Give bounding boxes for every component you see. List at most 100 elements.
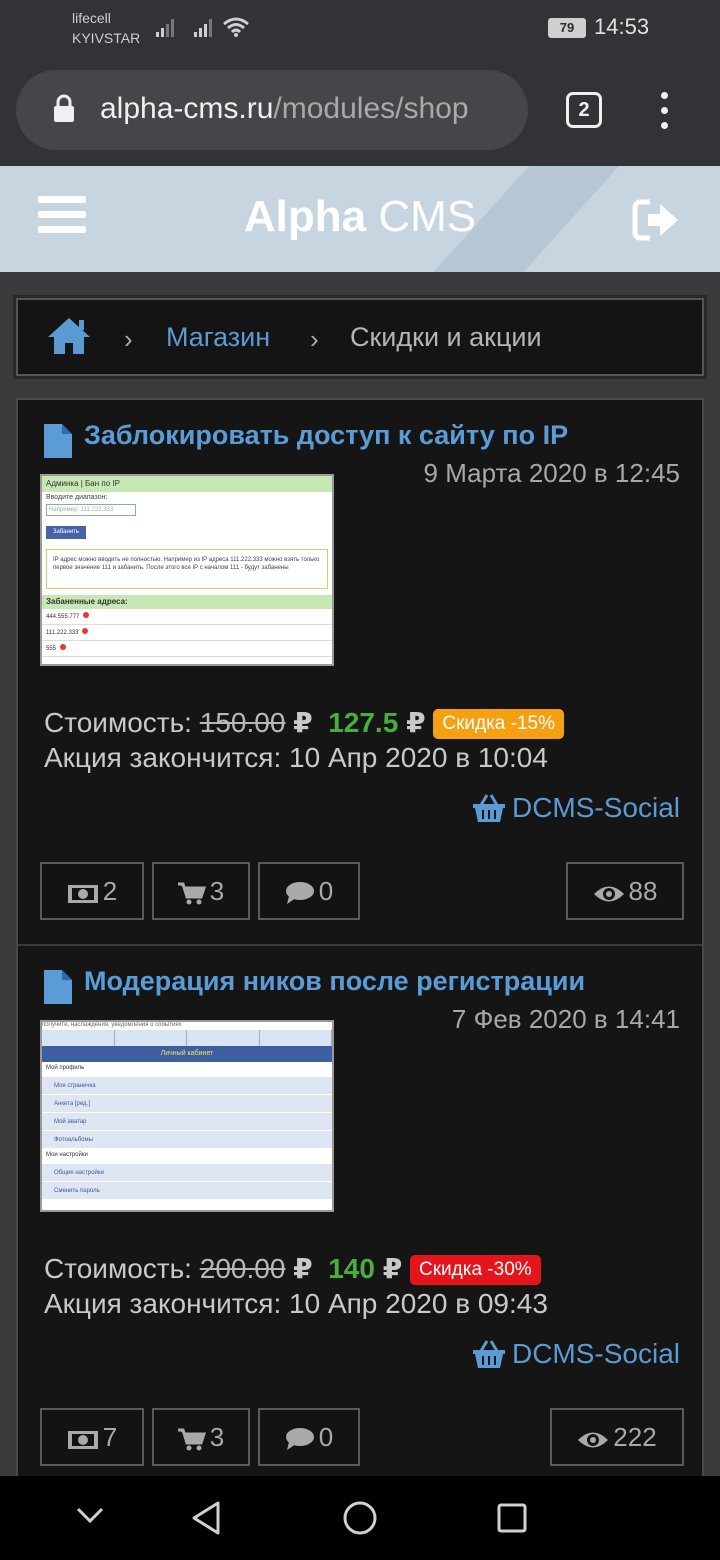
price-new: 127.5 [328, 707, 399, 738]
document-icon [44, 424, 72, 458]
clock: 14:53 [594, 14, 650, 39]
cart-icon [177, 1428, 206, 1451]
comment-icon [285, 1428, 314, 1450]
purchases-count: 7 [102, 1422, 118, 1452]
cart-button[interactable]: 3 [152, 862, 250, 920]
thumb-top: получите, наслаждения, уведомления о соб… [42, 1022, 332, 1030]
basket-icon [472, 1340, 505, 1368]
eye-icon [593, 886, 624, 902]
purchases-button[interactable]: 7 [40, 1408, 144, 1466]
views-button[interactable]: 88 [566, 862, 684, 920]
discount-badge: Скидка -30% [409, 1255, 541, 1285]
cart-button[interactable]: 3 [152, 1408, 250, 1466]
browser-toolbar: alpha-cms.ru/modules/shop 2 [0, 56, 720, 166]
basket-icon [472, 794, 505, 822]
money-icon [67, 1431, 98, 1449]
price-line: Стоимость: 200.00 ₽ 140 ₽ Скидка -30% [44, 1252, 541, 1285]
product-title[interactable]: Модерация ников после регистрации [84, 966, 585, 997]
price-label: Стоимость: [44, 707, 192, 738]
thumb-note: IP адрес можно вводить не полностью. Нап… [46, 549, 328, 589]
thumb-item: Моя страничка [42, 1077, 332, 1095]
breadcrumb: › Магазин › Скидки и акции [16, 298, 704, 376]
thumb-section: Мой профиль [46, 1065, 85, 1071]
thumb-row: 555 [42, 641, 332, 657]
vendor-link[interactable]: DCMS-Social [472, 792, 680, 824]
discount-badge: Скидка -15% [433, 709, 565, 739]
battery-icon: 79 [548, 18, 586, 38]
comments-button[interactable]: 0 [258, 1408, 360, 1466]
site-header: Alpha CMS [0, 166, 720, 272]
views-count: 88 [628, 876, 658, 906]
product-date: 9 Марта 2020 в 12:45 [423, 458, 680, 488]
thumb-row: 444.555.777 [42, 609, 332, 625]
chevron-right-icon: › [124, 324, 133, 354]
carrier-name-1: lifecell [72, 10, 111, 26]
url-text[interactable]: alpha-cms.ru/modules/shop [100, 92, 510, 126]
thumb-row: 111.222.333 [42, 625, 332, 641]
comments-button[interactable]: 0 [258, 862, 360, 920]
currency-sign: ₽ [293, 1253, 313, 1284]
currency-sign: ₽ [406, 707, 426, 738]
product-screenshot[interactable]: получите, наслаждения, уведомления о соб… [40, 1020, 334, 1212]
product-title[interactable]: Заблокировать доступ к сайту по IP [84, 420, 568, 451]
address-bar[interactable]: alpha-cms.ru/modules/shop [16, 70, 528, 150]
status-bar: lifecell KYIVSTAR 79 14:53 [0, 0, 720, 56]
vendor-name: DCMS-Social [511, 792, 680, 823]
thumb-item: Сменить пароль [42, 1182, 332, 1200]
promo-end: Акция закончится: 10 Апр 2020 в 09:43 [44, 1288, 548, 1319]
carrier-info: lifecell KYIVSTAR [72, 8, 140, 48]
cart-count: 3 [209, 876, 225, 906]
signal-icon [156, 19, 174, 37]
cart-icon [177, 882, 206, 905]
thumb-section: Мои настройки [46, 1152, 88, 1158]
price-label: Стоимость: [44, 1253, 192, 1284]
home-circle-icon[interactable] [342, 1500, 378, 1536]
comment-icon [285, 882, 314, 904]
tab-switcher-button[interactable]: 2 [566, 92, 602, 128]
thumb-item: Анкета [ред.] [42, 1095, 332, 1113]
currency-sign: ₽ [293, 707, 313, 738]
eye-icon [578, 1432, 609, 1448]
more-menu-icon[interactable] [652, 92, 676, 132]
url-path: /modules/shop [273, 92, 469, 125]
home-icon[interactable] [46, 316, 92, 356]
thumb-input: Например: 111.222.333 [46, 504, 136, 516]
cart-count: 3 [209, 1422, 225, 1452]
logout-icon[interactable] [632, 198, 682, 242]
thumb-item: Общие настройки [42, 1164, 332, 1182]
url-host: alpha-cms.ru [100, 92, 274, 125]
purchases-button[interactable]: 2 [40, 862, 144, 920]
back-icon[interactable] [190, 1500, 222, 1536]
document-icon [44, 970, 72, 1004]
breadcrumb-link-shop[interactable]: Магазин [166, 322, 270, 353]
signal-icon [194, 19, 212, 37]
views-count: 222 [613, 1422, 657, 1452]
thumb-bar: Личный кабинет [42, 1046, 332, 1062]
product-card: Модерация ников после регистрации 7 Фев … [18, 944, 702, 1488]
money-icon [67, 885, 98, 903]
thumb-item: Фотоальбомы [42, 1131, 332, 1149]
site-title[interactable]: Alpha CMS [0, 192, 720, 242]
carrier-name-2: KYIVSTAR [72, 30, 141, 46]
price-old: 150.00 [199, 707, 286, 738]
thumb-label: Вводите диапазон: [46, 494, 108, 501]
chevron-right-icon: › [310, 324, 319, 354]
promo-end: Акция закончится: 10 Апр 2020 в 10:04 [44, 742, 548, 773]
wifi-icon [223, 17, 249, 37]
vendor-link[interactable]: DCMS-Social [472, 1338, 680, 1370]
recents-icon[interactable] [496, 1502, 528, 1534]
product-screenshot[interactable]: Админка | Бан по IP Вводите диапазон: На… [40, 474, 334, 666]
thumb-button: Забанить [46, 526, 86, 539]
site-title-bold: Alpha [243, 192, 367, 241]
lock-icon [54, 94, 74, 122]
currency-sign: ₽ [382, 1253, 403, 1284]
system-nav-bar [0, 1476, 720, 1560]
thumb-item: Мой аватар [42, 1113, 332, 1131]
chevron-down-icon[interactable] [76, 1506, 104, 1524]
price-new: 140 [328, 1253, 375, 1284]
breadcrumb-current: Скидки и акции [350, 322, 542, 352]
comments-count: 0 [318, 1422, 334, 1452]
purchases-count: 2 [102, 876, 118, 906]
views-button[interactable]: 222 [550, 1408, 684, 1466]
product-card: Заблокировать доступ к сайту по IP 9 Мар… [18, 400, 702, 944]
